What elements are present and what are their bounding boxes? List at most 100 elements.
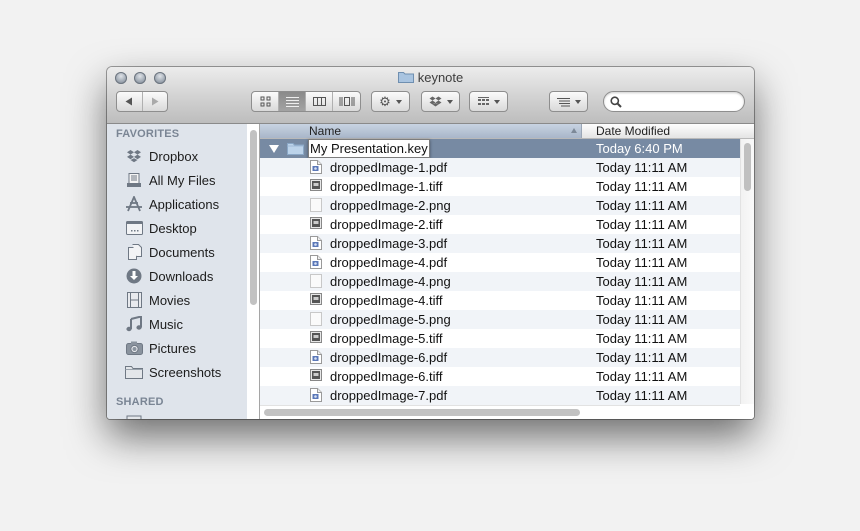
column-view-button[interactable]	[306, 92, 333, 111]
list-sort-icon	[556, 97, 570, 106]
file-name: droppedImage-4.pdf	[330, 255, 448, 270]
pdf-file-icon	[310, 350, 322, 364]
png-file-icon	[310, 198, 322, 212]
file-date: Today 11:11 AM	[596, 179, 688, 194]
column-headers: Name Date Modified	[260, 124, 754, 139]
folder-icon	[125, 364, 143, 380]
tiff-file-icon	[310, 293, 322, 307]
chevron-down-icon	[395, 99, 402, 104]
chevron-down-icon	[446, 99, 453, 104]
file-name: droppedImage-4.png	[330, 274, 451, 289]
file-name: droppedImage-2.png	[330, 198, 451, 213]
column-header-name-label: Name	[309, 124, 342, 138]
sidebar-item-dropbox[interactable]: Dropbox	[125, 145, 198, 167]
horizontal-scrollbar[interactable]	[260, 405, 740, 419]
file-name: droppedImage-6.tiff	[330, 369, 443, 384]
png-file-icon	[310, 312, 322, 326]
sidebar-item-label: All My Files	[149, 172, 216, 188]
file-row[interactable]: droppedImage-6.tiff Today 11:11 AM	[260, 367, 740, 386]
sidebar-item-pictures[interactable]: Pictures	[125, 337, 196, 359]
file-row[interactable]: droppedImage-1.pdf Today 11:11 AM	[260, 158, 740, 177]
file-date: Today 11:11 AM	[596, 274, 688, 289]
file-row[interactable]: droppedImage-7.pdf Today 11:11 AM	[260, 386, 740, 405]
file-name: droppedImage-7.pdf	[330, 388, 448, 403]
arrange-menu-button[interactable]	[469, 91, 508, 112]
arrange-grid-icon	[477, 97, 489, 105]
file-row[interactable]: droppedImage-1.tiff Today 11:11 AM	[260, 177, 740, 196]
sidebar-item-desktop[interactable]: Desktop	[125, 217, 197, 239]
rename-field[interactable]: My Presentation.key	[308, 139, 430, 158]
dropbox-menu-button[interactable]	[421, 91, 460, 112]
sidebar-item-screenshots[interactable]: Screenshots	[125, 361, 221, 383]
file-name: droppedImage-5.tiff	[330, 331, 443, 346]
file-name: droppedImage-3.pdf	[330, 236, 448, 251]
action-menu-button[interactable]: ⚙	[371, 91, 410, 112]
applications-icon	[125, 196, 143, 212]
disclosure-triangle-icon[interactable]	[269, 145, 279, 153]
chevron-down-icon	[574, 99, 581, 104]
vertical-scrollbar[interactable]	[740, 139, 754, 404]
sidebar-scroll-thumb[interactable]	[250, 130, 257, 305]
forward-button[interactable]	[143, 92, 168, 111]
file-row[interactable]: droppedImage-4.png Today 11:11 AM	[260, 272, 740, 291]
search-icon	[610, 96, 622, 108]
file-date: Today 11:11 AM	[596, 217, 688, 232]
icon-view-button[interactable]	[252, 92, 279, 111]
sidebar-item-downloads[interactable]: Downloads	[125, 265, 213, 287]
window-title: keynote	[107, 70, 754, 85]
pictures-icon	[125, 340, 143, 356]
movies-icon	[125, 292, 143, 308]
sidebar-item-label: Movies	[149, 292, 191, 308]
file-row[interactable]: droppedImage-4.tiff Today 11:11 AM	[260, 291, 740, 310]
vertical-scroll-thumb[interactable]	[744, 143, 751, 191]
favorites-header: FAVORITES	[116, 128, 180, 140]
dropbox-icon	[125, 148, 143, 164]
file-row[interactable]: My Presentation.key Today 6:40 PM	[260, 139, 740, 158]
all-files-icon	[125, 172, 143, 188]
file-name: droppedImage-4.tiff	[330, 293, 443, 308]
back-button[interactable]	[117, 92, 143, 111]
folder-icon	[397, 72, 414, 83]
tiff-file-icon	[310, 179, 322, 193]
file-date: Today 11:11 AM	[596, 312, 688, 327]
column-header-name[interactable]: Name	[260, 124, 582, 138]
sidebar-item-movies[interactable]: Movies	[125, 289, 190, 311]
sidebar-item-all-my-files[interactable]: All My Files	[125, 169, 215, 191]
icon-view-icon	[260, 96, 270, 107]
sort-menu-button[interactable]	[549, 91, 588, 112]
sidebar-item-documents[interactable]: Documents	[125, 241, 215, 263]
tiff-file-icon	[310, 331, 322, 345]
back-forward-control	[116, 91, 168, 112]
cover-flow-icon	[339, 97, 354, 106]
folder-icon	[287, 143, 304, 155]
file-name: droppedImage-1.pdf	[330, 160, 448, 175]
tiff-file-icon	[310, 217, 322, 231]
file-row[interactable]: droppedImage-3.pdf Today 11:11 AM	[260, 234, 740, 253]
music-icon	[125, 316, 143, 332]
sidebar-item-applications[interactable]: Applications	[125, 193, 219, 215]
file-row[interactable]: droppedImage-5.png Today 11:11 AM	[260, 310, 740, 329]
sidebar-scrollbar[interactable]	[247, 124, 259, 419]
title-bar: keynote ⚙	[107, 67, 754, 124]
search-input[interactable]	[626, 94, 742, 111]
desktop-icon	[125, 220, 143, 236]
file-row[interactable]: droppedImage-2.tiff Today 11:11 AM	[260, 215, 740, 234]
downloads-icon	[125, 268, 143, 284]
file-row[interactable]: droppedImage-4.pdf Today 11:11 AM	[260, 253, 740, 272]
horizontal-scroll-thumb[interactable]	[264, 409, 580, 416]
file-date: Today 11:11 AM	[596, 293, 688, 308]
list-view-icon	[285, 97, 299, 107]
file-list: Name Date Modified My Presentation.key To…	[260, 124, 754, 419]
file-row[interactable]: droppedImage-5.tiff Today 11:11 AM	[260, 329, 740, 348]
file-row[interactable]: droppedImage-6.pdf Today 11:11 AM	[260, 348, 740, 367]
file-row[interactable]: droppedImage-2.png Today 11:11 AM	[260, 196, 740, 215]
list-view-button[interactable]	[279, 92, 306, 111]
file-date: Today 11:11 AM	[596, 388, 688, 403]
column-header-date-modified[interactable]: Date Modified	[596, 124, 670, 138]
search-field[interactable]	[603, 91, 745, 112]
sidebar-item-label: Dropbox	[149, 148, 199, 164]
column-view-icon	[312, 97, 326, 106]
sidebar-item-shared-computer[interactable]	[125, 411, 149, 419]
sidebar-item-music[interactable]: Music	[125, 313, 183, 335]
cover-flow-button[interactable]	[333, 92, 360, 111]
